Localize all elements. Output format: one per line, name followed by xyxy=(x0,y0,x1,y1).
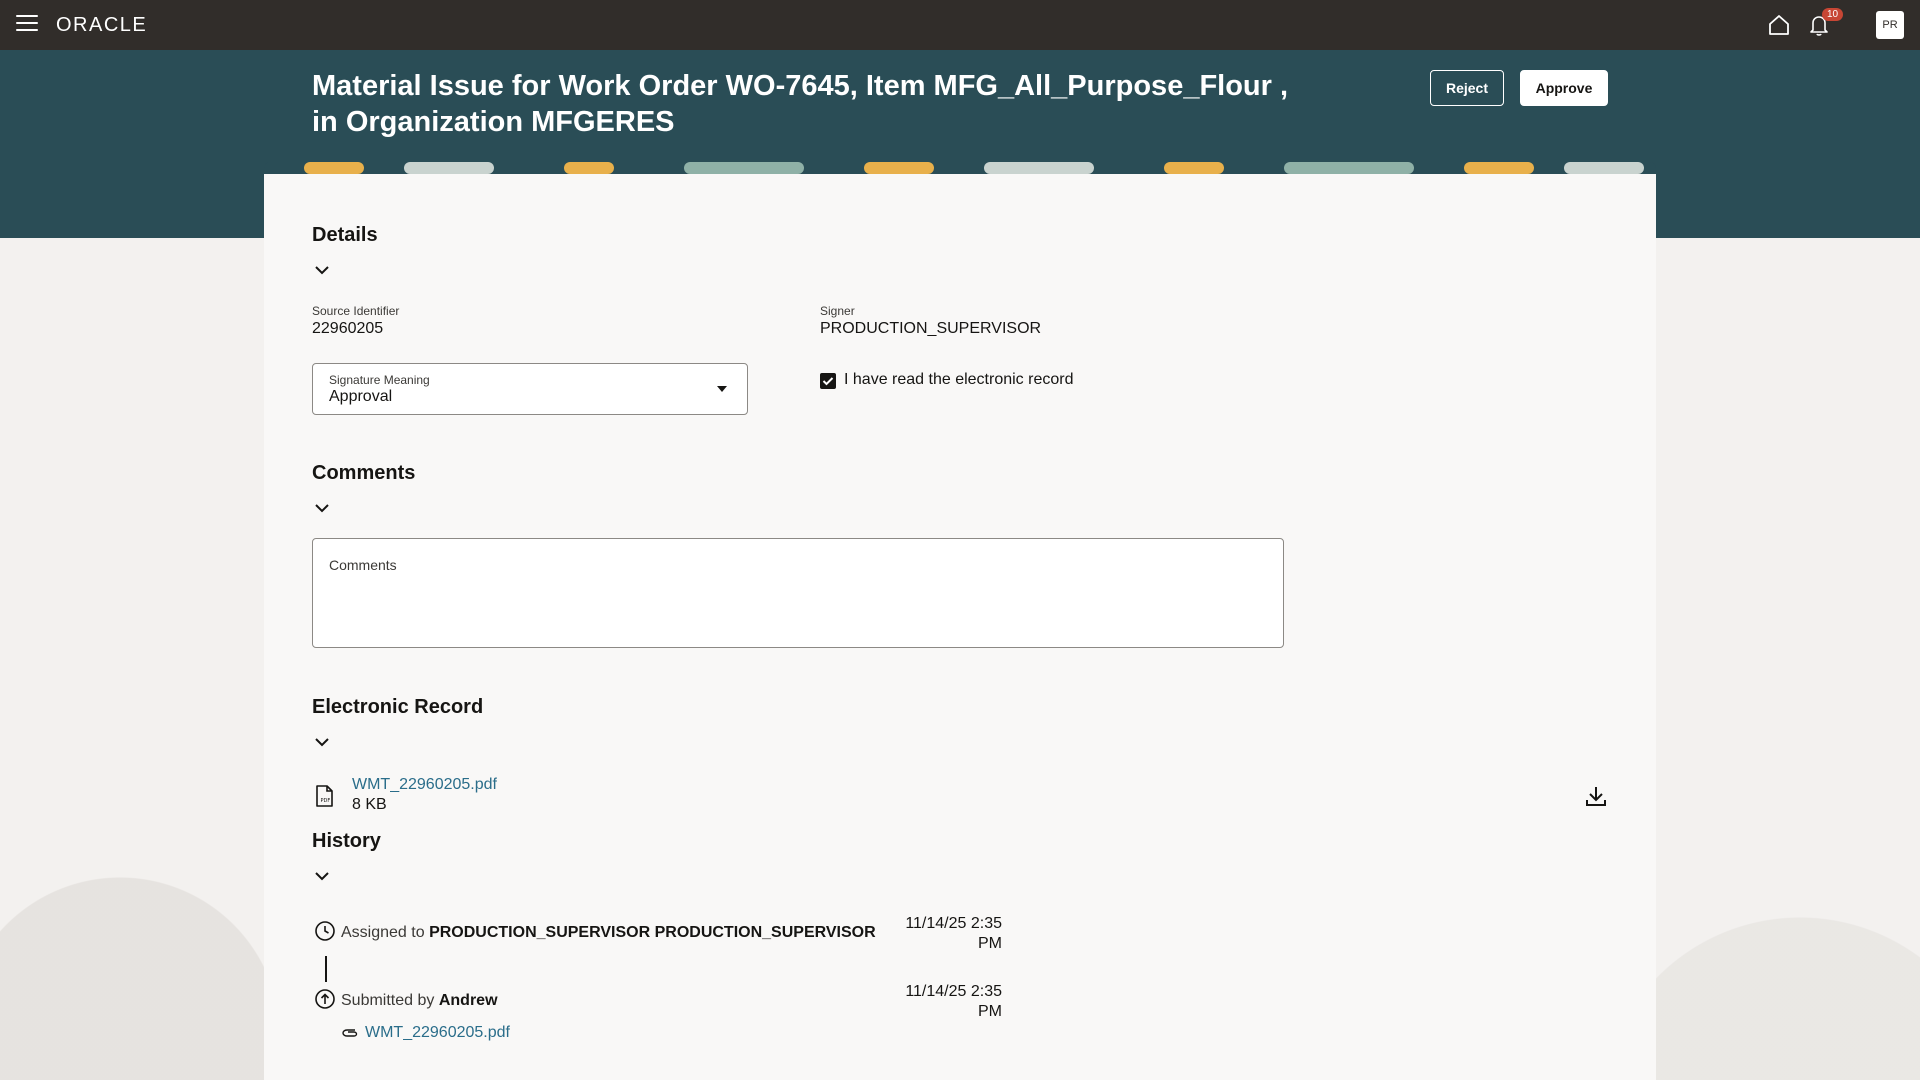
svg-text:PDF: PDF xyxy=(321,798,331,804)
signature-meaning-value: Approval xyxy=(329,388,393,405)
history-entry-submitted: Submitted by Andrew xyxy=(341,992,498,1010)
electronic-record-section-title: Electronic Record xyxy=(312,696,484,718)
approve-button[interactable]: Approve xyxy=(1520,70,1608,106)
upload-arrow-circle-icon xyxy=(315,989,335,1009)
hamburger-menu-icon[interactable] xyxy=(16,15,38,35)
pdf-file-icon: PDF xyxy=(316,785,333,807)
details-section-title: Details xyxy=(312,224,378,246)
history-entry-prefix: Assigned to xyxy=(341,924,425,941)
signature-meaning-label: Signature Meaning xyxy=(329,373,430,387)
details-chevron-down-icon[interactable] xyxy=(314,262,330,278)
history-entry-time-period: PM xyxy=(978,935,1002,952)
history-entry-prefix: Submitted by xyxy=(341,992,435,1009)
attachment-paperclip-icon xyxy=(342,1029,358,1037)
comments-section-title: Comments xyxy=(312,462,416,484)
history-entry-time: 11/14/25 2:35 PM xyxy=(882,914,1002,954)
clock-icon xyxy=(315,921,335,941)
timeline-connector xyxy=(325,956,327,982)
decorative-banner xyxy=(264,162,1656,174)
electronic-record-file-link[interactable]: WMT_22960205.pdf xyxy=(352,776,497,794)
user-avatar[interactable]: PR xyxy=(1876,11,1904,39)
history-entry-actor: Andrew xyxy=(438,992,498,1009)
history-entry-time-date: 11/14/25 2:35 xyxy=(905,983,1002,1000)
home-icon[interactable] xyxy=(1766,12,1792,38)
electronic-record-chevron-down-icon[interactable] xyxy=(314,734,330,750)
main-card: Details Source Identifier 22960205 Signe… xyxy=(264,174,1656,1080)
read-record-checkbox[interactable] xyxy=(820,373,836,389)
history-entry-actor: PRODUCTION_SUPERVISOR PRODUCTION_SUPERVI… xyxy=(429,924,876,941)
signer-value: PRODUCTION_SUPERVISOR xyxy=(820,320,1042,337)
download-icon[interactable] xyxy=(1584,784,1608,808)
history-entry-time-date: 11/14/25 2:35 xyxy=(905,915,1002,932)
history-entry-assigned: Assigned to PRODUCTION_SUPERVISOR PRODUC… xyxy=(341,924,876,942)
history-attachment-link[interactable]: WMT_22960205.pdf xyxy=(365,1024,510,1042)
caret-down-icon xyxy=(717,386,727,392)
top-navigation-bar: ORACLE 10 PR xyxy=(0,0,1920,50)
signer-label: Signer xyxy=(820,304,855,318)
source-identifier-label: Source Identifier xyxy=(312,304,400,318)
oracle-logo: ORACLE xyxy=(56,14,148,36)
electronic-record-file-size: 8 KB xyxy=(352,796,387,813)
signature-meaning-select[interactable]: Signature Meaning Approval xyxy=(312,363,748,415)
checkmark-icon xyxy=(822,377,834,386)
comments-chevron-down-icon[interactable] xyxy=(314,500,330,516)
history-section-title: History xyxy=(312,830,381,852)
comments-placeholder: Comments xyxy=(329,557,397,573)
notification-badge: 10 xyxy=(1822,8,1844,21)
reject-button[interactable]: Reject xyxy=(1430,70,1504,106)
read-record-label[interactable]: I have read the electronic record xyxy=(844,371,1073,389)
comments-textarea[interactable]: Comments xyxy=(312,538,1284,648)
page-title: Material Issue for Work Order WO-7645, I… xyxy=(312,70,1289,138)
history-entry-time: 11/14/25 2:35 PM xyxy=(882,982,1002,1022)
history-entry-time-period: PM xyxy=(978,1003,1002,1020)
history-chevron-down-icon[interactable] xyxy=(314,868,330,884)
source-identifier-value: 22960205 xyxy=(312,320,384,337)
